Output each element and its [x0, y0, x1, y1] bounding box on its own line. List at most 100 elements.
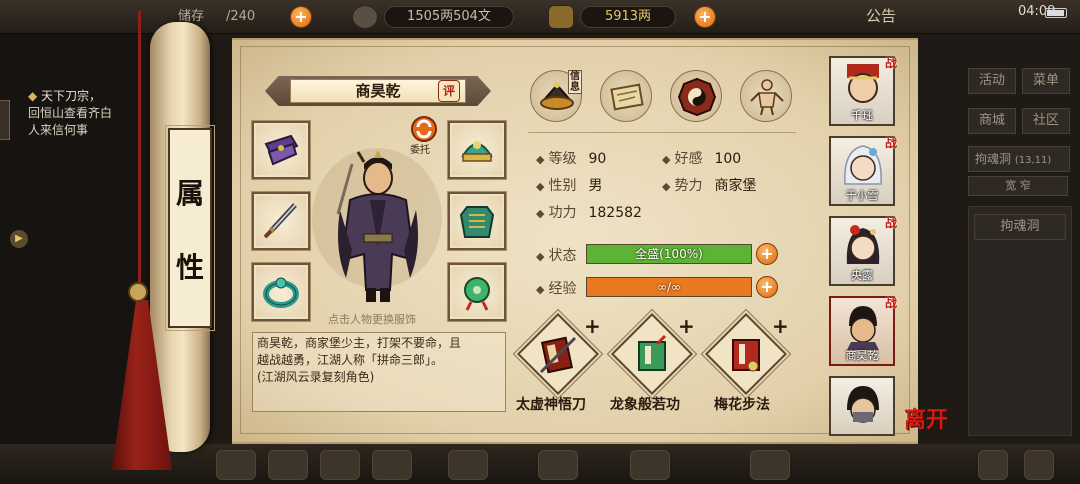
internal-art-icon [638, 334, 667, 371]
scroll-map-icon [610, 83, 644, 111]
jade-pendant-icon [464, 277, 490, 311]
leave-button[interactable]: 离开 [904, 402, 948, 434]
bottom-menu-button[interactable] [1024, 450, 1054, 480]
battle-badge: 战 [885, 296, 898, 310]
tab-map[interactable] [600, 70, 652, 122]
equip-slot-armor[interactable] [448, 192, 506, 250]
faction-value: 商家堡 [714, 178, 757, 194]
battery-icon [1045, 8, 1067, 18]
bottom-menu-button[interactable] [448, 450, 488, 480]
exp-add-button[interactable]: + [756, 276, 778, 298]
skill-name-1: 太虚神悟刀 [516, 397, 586, 413]
equip-slot-accessory[interactable] [448, 263, 506, 321]
bottom-menu-button[interactable] [320, 450, 360, 480]
roster-card-selected[interactable]: 商昊乾 战 [829, 296, 898, 366]
bottom-menu-button[interactable] [538, 450, 578, 480]
skill-upgrade-plus[interactable]: + [584, 314, 601, 338]
shop-button[interactable]: 商城 [968, 108, 1016, 134]
gender-value: 男 [588, 178, 603, 194]
attr-power: ◆ 功力 182582 [536, 205, 642, 221]
scroll-label-char: 性 [175, 251, 204, 284]
heroine-portrait-icon [846, 225, 880, 264]
status-bar: 全盛(100%) [586, 244, 752, 264]
bottom-menu-button[interactable] [372, 450, 412, 480]
bottom-menu-button[interactable] [630, 450, 670, 480]
left-collapse-tab[interactable] [0, 100, 10, 140]
armor-bracer-icon [264, 134, 299, 166]
attr-gender: ◆ 性别男 [536, 178, 603, 194]
status-label-wrap: ◆ 状态 [536, 248, 577, 264]
location-name: 拘魂洞 [975, 152, 1012, 166]
gold-ingot-icon [548, 5, 574, 29]
gender-label: 性别 [548, 178, 577, 194]
status-bar-text: 全盛(100%) [635, 247, 703, 261]
side-list-item[interactable]: 拘魂洞 [974, 214, 1066, 240]
favor-label: 好感 [674, 151, 703, 167]
bottom-menu-button[interactable] [750, 450, 790, 480]
level-label: 等级 [548, 151, 577, 167]
status-label: 状态 [548, 248, 577, 264]
battle-badge: 战 [885, 136, 898, 150]
skill-name-2: 龙象般若功 [610, 397, 680, 413]
sword-manual-icon [539, 336, 577, 374]
equip-slot-helmet[interactable] [448, 121, 506, 179]
tab-body[interactable] [740, 70, 792, 122]
blade-weapon-icon [263, 203, 297, 239]
power-value: 182582 [588, 205, 642, 221]
battle-badge: 战 [885, 216, 898, 230]
character-portrait[interactable] [330, 150, 426, 306]
gold-amount: 5913两 [580, 6, 676, 28]
attr-favor: ◆ 好感 100 [662, 151, 742, 167]
equip-slot-head[interactable] [252, 121, 310, 179]
footwork-manual-icon [732, 339, 760, 372]
body-meridian-icon [750, 79, 784, 116]
attr-faction: ◆ 势力 商家堡 [662, 178, 757, 194]
info-tab-label: 信息 [568, 70, 582, 94]
jade-helmet-icon [461, 141, 493, 162]
heroine-portrait-icon [844, 145, 882, 185]
activity-button[interactable]: 活动 [968, 68, 1016, 94]
equip-slot-ring[interactable] [252, 263, 310, 321]
equip-slot-weapon[interactable] [252, 192, 310, 250]
rate-button[interactable]: 评 [438, 80, 460, 102]
roster-card[interactable]: 央露 战 [829, 216, 898, 286]
expand-arrow-icon[interactable]: ▶ [10, 230, 28, 248]
attr-level: ◆ 等级 90 [536, 151, 607, 167]
exp-label-wrap: ◆ 经验 [536, 281, 577, 297]
roster-card[interactable]: 于小雪 战 [829, 136, 898, 206]
bio-line: 商昊乾，商家堡少主，打架不要命，且 [257, 336, 462, 350]
masked-hero-portrait-icon [847, 386, 879, 423]
roster-name: 千珏 [851, 109, 873, 122]
power-label: 功力 [548, 205, 577, 221]
roster-card[interactable] [829, 376, 895, 436]
location-coords: (13,11) [1014, 155, 1052, 166]
bottom-menu-button[interactable] [978, 450, 1008, 480]
jade-ring-icon [263, 277, 299, 308]
level-value: 90 [588, 151, 607, 167]
skill-name-3: 梅花步法 [714, 397, 770, 413]
roster-card[interactable]: 千珏 战 [829, 56, 898, 126]
skill-upgrade-plus[interactable]: + [678, 314, 695, 338]
notice-button[interactable]: 公告 [866, 5, 896, 26]
favor-value: 100 [714, 151, 742, 167]
bottom-menu-button[interactable] [268, 450, 308, 480]
side-list [968, 206, 1072, 436]
community-button[interactable]: 社区 [1022, 108, 1070, 134]
menu-button[interactable]: 菜单 [1022, 68, 1070, 94]
scroll-label-char: 属 [175, 177, 204, 210]
entrust-label[interactable]: 委托 [410, 141, 430, 156]
width-toggle[interactable]: 宽 窄 [968, 176, 1068, 196]
bagua-icon [677, 77, 717, 117]
bottom-menu-button[interactable] [216, 450, 256, 480]
roster-name: 商昊乾 [845, 349, 879, 362]
status-add-button[interactable]: + [756, 243, 778, 265]
faction-label: 势力 [674, 178, 703, 194]
exp-label: 经验 [548, 281, 577, 297]
storage-add-button[interactable]: + [290, 6, 312, 28]
battle-badge: 战 [885, 56, 898, 70]
roster-name: 央露 [851, 269, 873, 282]
skill-upgrade-plus[interactable]: + [772, 314, 789, 338]
tab-bagua[interactable] [670, 70, 722, 122]
character-bio: 商昊乾，商家堡少主，打架不要命，且 越战越勇，江湖人称「拼命三郎」。 (江湖风云… [252, 332, 506, 412]
gold-add-button[interactable]: + [694, 6, 716, 28]
